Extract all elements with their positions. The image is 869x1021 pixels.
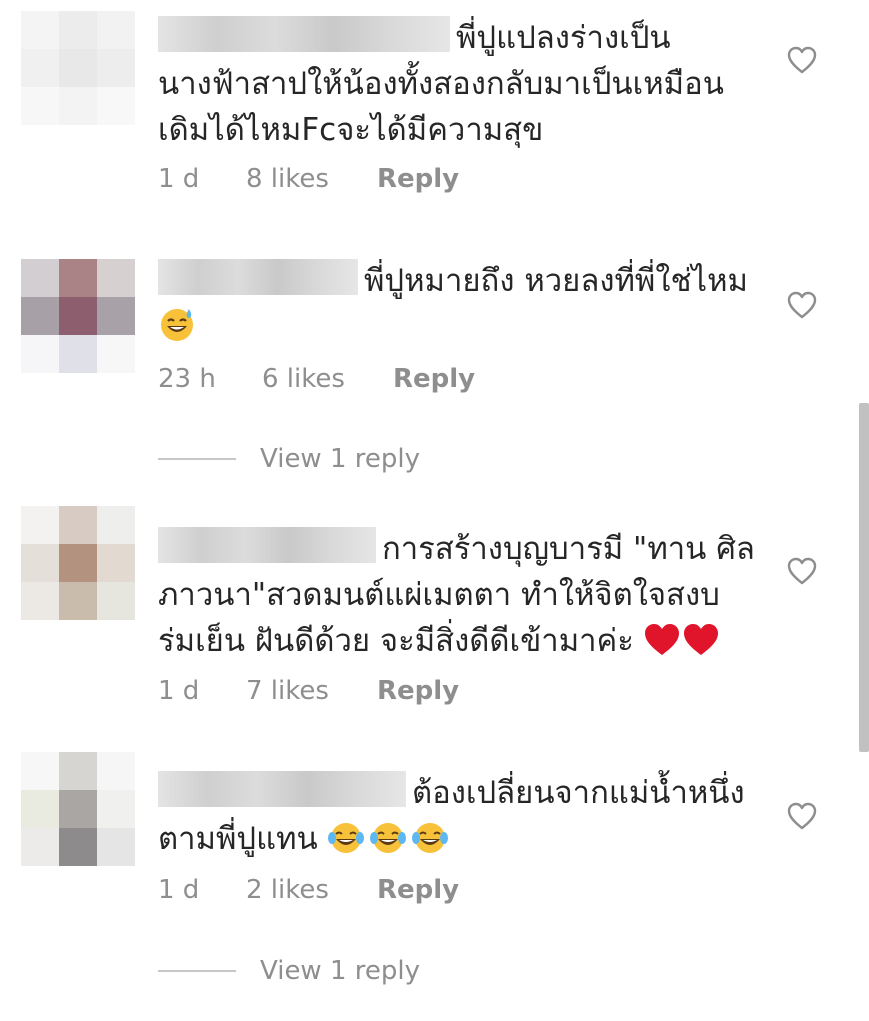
avatar[interactable] bbox=[21, 11, 135, 125]
reply-button[interactable]: Reply bbox=[393, 364, 475, 394]
heart-outline-icon[interactable] bbox=[787, 802, 817, 830]
comment-age: 23 h bbox=[158, 364, 216, 394]
scrollbar[interactable] bbox=[859, 403, 869, 752]
reply-button[interactable]: Reply bbox=[377, 676, 459, 706]
comment-meta: 1 d 2 likes Reply bbox=[158, 875, 459, 905]
username-blurred[interactable] bbox=[158, 771, 406, 807]
red-heart-emoji bbox=[644, 623, 720, 670]
avatar[interactable] bbox=[21, 752, 135, 866]
view-replies-label: View 1 reply bbox=[260, 444, 420, 474]
view-replies-link[interactable]: View 1 reply bbox=[158, 956, 420, 986]
username-blurred[interactable] bbox=[158, 16, 450, 52]
heart-outline-icon[interactable] bbox=[787, 291, 817, 319]
reply-button[interactable]: Reply bbox=[377, 875, 459, 905]
reply-button[interactable]: Reply bbox=[377, 164, 459, 194]
comment-text: พี่ปูแปลงร่างเป็นนางฟ้าสาปให้น้องทั้งสอง… bbox=[158, 15, 758, 153]
likes-count[interactable]: 7 likes bbox=[246, 676, 377, 706]
avatar[interactable] bbox=[21, 259, 135, 373]
comment-meta: 23 h 6 likes Reply bbox=[158, 364, 475, 394]
comment-meta: 1 d 8 likes Reply bbox=[158, 164, 459, 194]
comment-age: 1 d bbox=[158, 164, 200, 194]
avatar[interactable] bbox=[21, 506, 135, 620]
username-blurred[interactable] bbox=[158, 259, 358, 295]
likes-count[interactable]: 2 likes bbox=[246, 875, 377, 905]
likes-count[interactable]: 8 likes bbox=[246, 164, 377, 194]
comment-text: การสร้างบุญบารมี "ทาน ศิล ภาวนา"สวดมนต์แ… bbox=[158, 526, 758, 670]
sweat-smile-emoji bbox=[158, 305, 196, 356]
view-replies-link[interactable]: View 1 reply bbox=[158, 444, 420, 474]
comment-age: 1 d bbox=[158, 676, 200, 706]
comment-text: พี่ปูหมายถึง หวยลงที่พี่ใช่ไหม bbox=[158, 258, 758, 356]
tears-of-joy-emoji bbox=[327, 819, 448, 868]
heart-outline-icon[interactable] bbox=[787, 46, 817, 74]
likes-count[interactable]: 6 likes bbox=[262, 364, 393, 394]
comment-age: 1 d bbox=[158, 875, 200, 905]
view-replies-label: View 1 reply bbox=[260, 956, 420, 986]
username-blurred[interactable] bbox=[158, 527, 376, 563]
comment-text: ต้องเปลี่ยนจากแม่น้ำหนึ่งตามพี่ปูแทน bbox=[158, 770, 758, 868]
comment-meta: 1 d 7 likes Reply bbox=[158, 676, 459, 706]
thread-line bbox=[158, 970, 236, 972]
heart-outline-icon[interactable] bbox=[787, 557, 817, 585]
thread-line bbox=[158, 458, 236, 460]
